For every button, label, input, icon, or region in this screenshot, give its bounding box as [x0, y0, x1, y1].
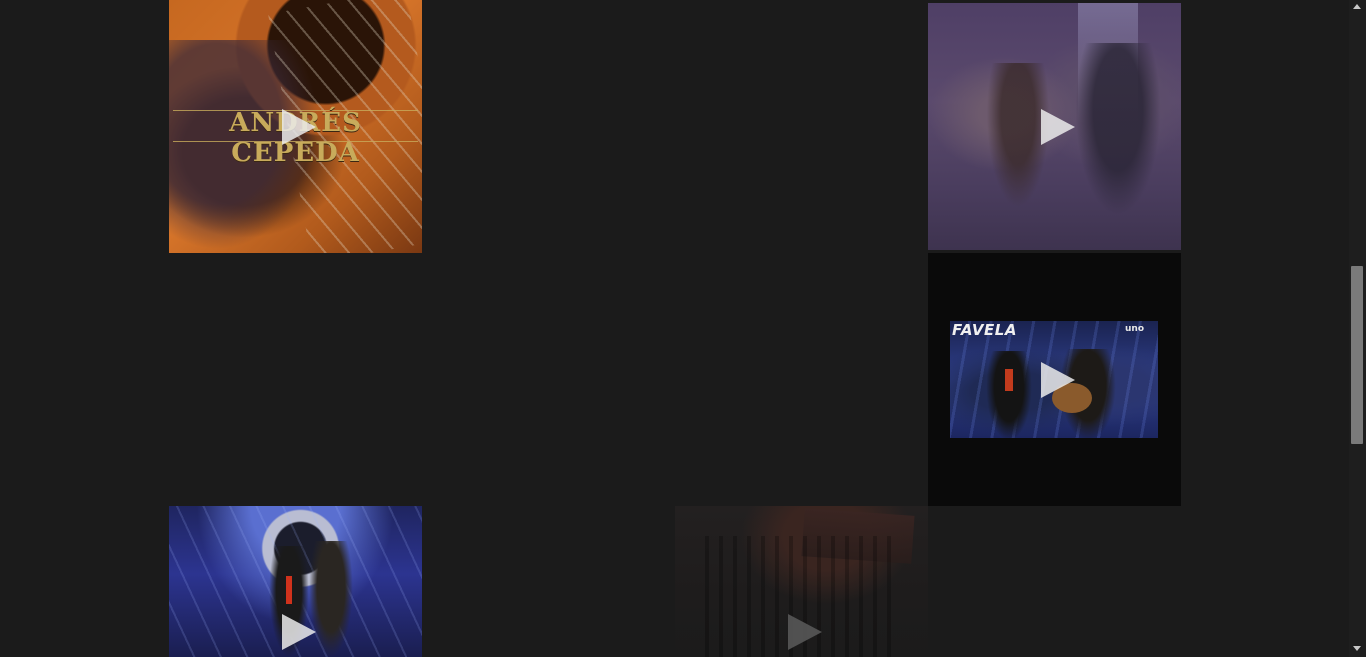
video-tile-favela[interactable]: FAVELA uno	[928, 253, 1181, 506]
tie-shape	[286, 576, 292, 604]
play-icon[interactable]	[1040, 361, 1075, 398]
chevron-up-icon[interactable]	[1353, 4, 1361, 9]
performer-shape	[986, 351, 1032, 438]
performer-shape	[1068, 43, 1168, 233]
channel-logo: uno	[1125, 324, 1144, 334]
play-icon[interactable]	[281, 108, 316, 145]
scrollbar-thumb[interactable]	[1351, 266, 1363, 444]
video-tile-andres-cepeda[interactable]: ANDRÉS CEPEDA	[169, 0, 422, 253]
vertical-scrollbar[interactable]	[1349, 0, 1366, 657]
play-icon[interactable]	[281, 614, 316, 650]
scarf-shape	[1005, 369, 1013, 391]
play-icon[interactable]	[787, 614, 822, 650]
show-logo: FAVELA	[952, 321, 1017, 339]
video-tile-acoustic-duo[interactable]	[928, 3, 1181, 250]
performer-shape	[978, 63, 1058, 233]
video-tile-stage-clock[interactable]	[169, 506, 422, 657]
play-icon[interactable]	[1040, 108, 1075, 145]
video-tile-dark-sign[interactable]	[675, 506, 928, 657]
performer-shape	[309, 541, 353, 657]
chevron-down-icon[interactable]	[1353, 646, 1361, 651]
video-grid: ANDRÉS CEPEDA FAVELA uno	[0, 0, 1349, 657]
